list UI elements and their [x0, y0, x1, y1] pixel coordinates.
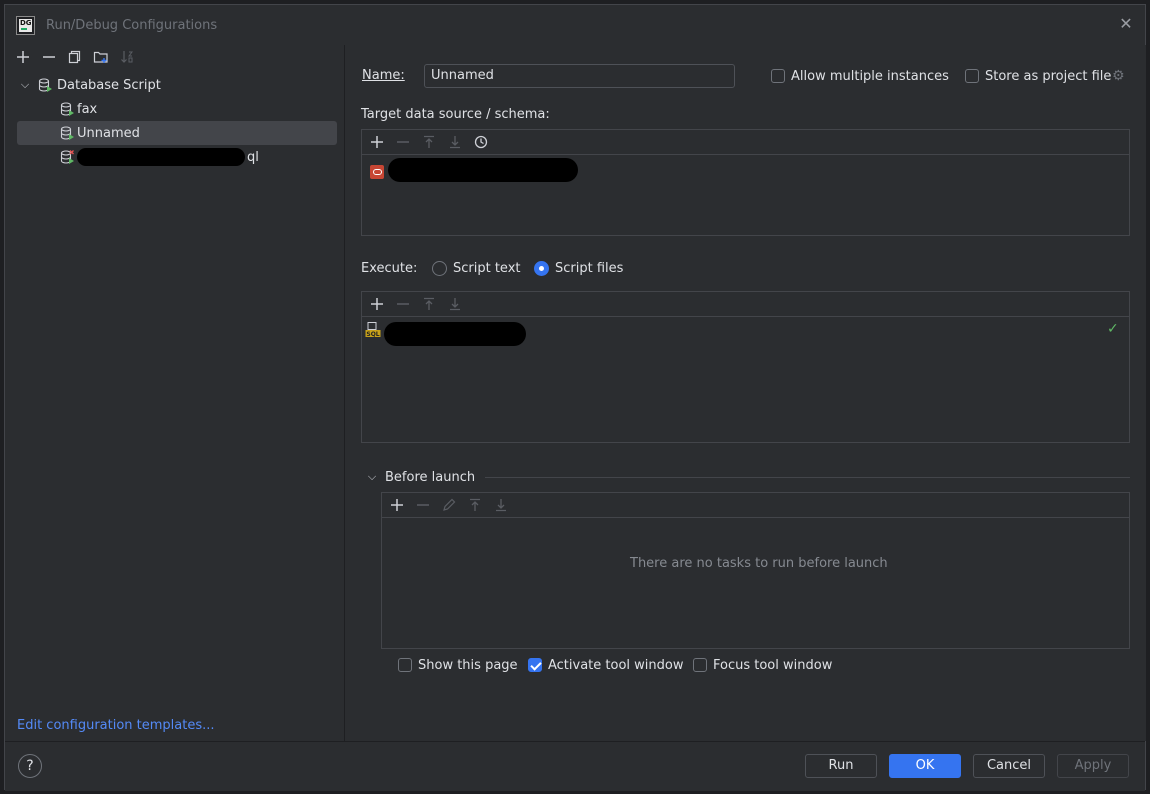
- before-launch-header[interactable]: Before launch: [385, 470, 475, 485]
- new-folder-icon[interactable]: [89, 46, 113, 68]
- run-debug-configurations-dialog: DG Run/Debug Configurations ✕ ⌵ Database…: [4, 4, 1146, 791]
- svg-text:SQL: SQL: [366, 331, 379, 338]
- remove-icon[interactable]: [390, 293, 416, 315]
- script-files-radio[interactable]: [534, 261, 549, 276]
- execute-label: Execute:: [361, 261, 418, 276]
- window-title: Run/Debug Configurations: [46, 17, 218, 33]
- datagrip-logo-icon: DG: [16, 15, 35, 35]
- before-launch-toolbar: [382, 493, 1129, 518]
- focus-tool-window-label: Focus tool window: [713, 658, 833, 673]
- script-text-label: Script text: [453, 261, 521, 276]
- checkmark-icon: ✓: [1107, 321, 1119, 337]
- redacted-datasource: [388, 158, 578, 182]
- sort-icon[interactable]: [115, 46, 139, 68]
- show-this-page-checkbox[interactable]: [398, 658, 412, 672]
- move-down-icon[interactable]: [488, 494, 514, 516]
- focus-tool-window-checkbox[interactable]: [693, 658, 707, 672]
- cancel-button[interactable]: Cancel: [973, 754, 1045, 778]
- tree-item-label: ql: [247, 149, 259, 165]
- allow-multiple-instances-label: Allow multiple instances: [791, 69, 949, 84]
- script-files-toolbar: [362, 292, 1129, 317]
- history-icon[interactable]: [468, 131, 494, 153]
- help-button[interactable]: ?: [18, 754, 42, 778]
- add-icon[interactable]: [384, 494, 410, 516]
- remove-icon[interactable]: [37, 46, 61, 68]
- database-script-icon: [59, 101, 75, 117]
- script-files-label: Script files: [555, 261, 624, 276]
- chevron-down-icon[interactable]: ⌵: [17, 78, 33, 92]
- move-up-icon[interactable]: [416, 293, 442, 315]
- script-files-list: SQL ✓: [361, 291, 1130, 443]
- dialog-footer: ? Run OK Cancel Apply: [5, 741, 1145, 791]
- close-icon[interactable]: ✕: [1117, 15, 1135, 33]
- chevron-down-icon[interactable]: ⌵: [364, 470, 380, 484]
- name-label: Name:: [362, 68, 405, 83]
- tree-item-label: fax: [77, 101, 98, 117]
- edit-templates-link[interactable]: Edit configuration templates...: [17, 718, 215, 733]
- remove-icon[interactable]: [390, 131, 416, 153]
- move-down-icon[interactable]: [442, 293, 468, 315]
- configuration-form: Name: Unnamed Allow multiple instances S…: [346, 45, 1146, 741]
- configurations-tree: ⌵ Database Script fax Unnamed ql: [5, 73, 345, 169]
- empty-tasks-text: There are no tasks to run before launch: [630, 556, 888, 571]
- activate-tool-window-label: Activate tool window: [548, 658, 684, 673]
- tree-item-unnamed[interactable]: Unnamed: [17, 121, 337, 145]
- move-up-icon[interactable]: [462, 494, 488, 516]
- tree-group-database-script[interactable]: ⌵ Database Script: [5, 73, 345, 97]
- edit-icon[interactable]: [436, 494, 462, 516]
- oracle-datasource-icon: [370, 165, 384, 179]
- add-icon[interactable]: [364, 293, 390, 315]
- script-text-radio[interactable]: [432, 261, 447, 276]
- database-script-icon: [37, 77, 53, 93]
- redacted-name: [77, 148, 245, 166]
- tree-group-label: Database Script: [57, 77, 161, 93]
- store-as-project-file-checkbox[interactable]: [965, 69, 979, 83]
- run-button[interactable]: Run: [805, 754, 877, 778]
- remove-icon[interactable]: [410, 494, 436, 516]
- activate-tool-window-checkbox[interactable]: [528, 658, 542, 672]
- tree-item-redacted-script[interactable]: ql: [5, 145, 345, 169]
- tree-item-label: Unnamed: [77, 125, 140, 141]
- target-toolbar: [362, 130, 1129, 155]
- sql-file-icon: SQL: [365, 322, 381, 338]
- add-icon[interactable]: [11, 46, 35, 68]
- database-script-error-icon: [59, 149, 75, 165]
- gear-icon[interactable]: ⚙: [1112, 68, 1125, 84]
- target-data-source-label: Target data source / schema:: [361, 107, 550, 122]
- redacted-script-file: [384, 322, 526, 346]
- database-script-icon: [59, 125, 75, 141]
- add-icon[interactable]: [364, 131, 390, 153]
- before-launch-list: There are no tasks to run before launch: [381, 492, 1130, 649]
- title-bar: DG Run/Debug Configurations ✕: [5, 5, 1145, 45]
- apply-button[interactable]: Apply: [1057, 754, 1129, 778]
- move-down-icon[interactable]: [442, 131, 468, 153]
- show-this-page-label: Show this page: [418, 658, 518, 673]
- name-field[interactable]: Unnamed: [424, 64, 735, 88]
- configurations-toolbar: [5, 45, 344, 69]
- tree-item-fax[interactable]: fax: [5, 97, 345, 121]
- separator: [485, 477, 1130, 478]
- target-data-source-list: [361, 129, 1130, 236]
- move-up-icon[interactable]: [416, 131, 442, 153]
- allow-multiple-instances-checkbox[interactable]: [771, 69, 785, 83]
- ok-button[interactable]: OK: [889, 754, 961, 778]
- store-as-project-file-label: Store as project file: [985, 69, 1112, 84]
- copy-icon[interactable]: [63, 46, 87, 68]
- configurations-panel: ⌵ Database Script fax Unnamed ql Edit co…: [5, 45, 345, 741]
